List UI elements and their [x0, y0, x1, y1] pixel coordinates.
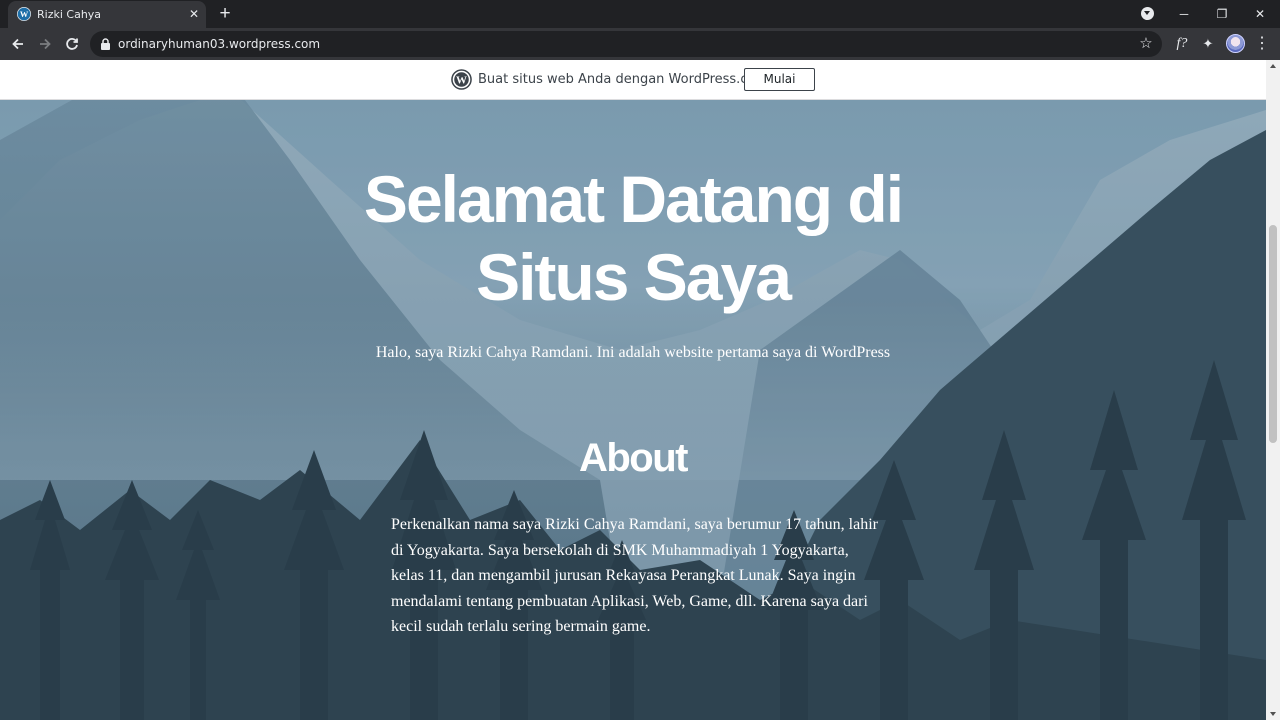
start-button[interactable]: Mulai	[744, 68, 815, 91]
tab-close-icon[interactable]: ✕	[187, 7, 201, 21]
address-bar[interactable]: ordinaryhuman03.wordpress.com ☆	[90, 31, 1162, 57]
bookmark-star-icon[interactable]: ☆	[1137, 35, 1155, 53]
back-button[interactable]	[7, 33, 29, 55]
svg-text:W: W	[20, 10, 29, 19]
chrome-menu-icon[interactable]: ⋮	[1252, 34, 1272, 54]
browser-tab-strip: W Rizki Cahya ✕ + ─ ❐ ✕	[0, 0, 1280, 28]
hero-title: Selamat Datang di Situs Saya	[363, 162, 904, 314]
wordpress-favicon-icon: W	[17, 7, 31, 21]
forward-button[interactable]	[34, 33, 56, 55]
back-arrow-icon	[12, 38, 23, 50]
url-text: ordinaryhuman03.wordpress.com	[118, 37, 321, 51]
banner-text: Buat situs web Anda dengan WordPress.com	[478, 72, 769, 87]
browser-tab[interactable]: W Rizki Cahya ✕	[8, 1, 206, 28]
new-tab-button[interactable]: +	[215, 4, 235, 24]
extensions-puzzle-icon[interactable]: ✦	[1198, 34, 1218, 54]
scroll-down-icon[interactable]	[1270, 712, 1276, 716]
reload-button[interactable]	[61, 33, 83, 55]
lock-icon	[101, 38, 110, 50]
wordpress-logo-icon: W	[451, 69, 472, 90]
about-heading: About	[578, 436, 689, 480]
minimize-button[interactable]: ─	[1172, 3, 1196, 25]
maximize-button[interactable]: ❐	[1210, 3, 1234, 25]
hero-subtitle: Halo, saya Rizki Cahya Ramdani. Ini adal…	[375, 344, 891, 361]
scroll-up-icon[interactable]	[1270, 64, 1276, 68]
svg-text:W: W	[456, 75, 467, 87]
font-extension-icon[interactable]: f?	[1172, 34, 1192, 54]
tab-search-icon[interactable]	[1141, 7, 1154, 20]
reload-icon	[66, 38, 78, 50]
close-window-button[interactable]: ✕	[1248, 3, 1272, 25]
profile-avatar[interactable]	[1226, 34, 1245, 53]
browser-toolbar: ordinaryhuman03.wordpress.com ☆ f? ✦ ⋮	[0, 28, 1280, 60]
scrollbar-thumb[interactable]	[1269, 225, 1277, 443]
hero-section: Selamat Datang di Situs Saya Halo, saya …	[0, 100, 1266, 720]
forward-arrow-icon	[40, 38, 51, 50]
page-viewport: W Buat situs web Anda dengan WordPress.c…	[0, 60, 1280, 720]
page-scrollbar[interactable]	[1266, 60, 1280, 720]
wordpress-promo-banner: W Buat situs web Anda dengan WordPress.c…	[0, 60, 1266, 100]
about-paragraph: Perkenalkan nama saya Rizki Cahya Ramdan…	[391, 516, 878, 635]
tab-title: Rizki Cahya	[37, 8, 102, 21]
